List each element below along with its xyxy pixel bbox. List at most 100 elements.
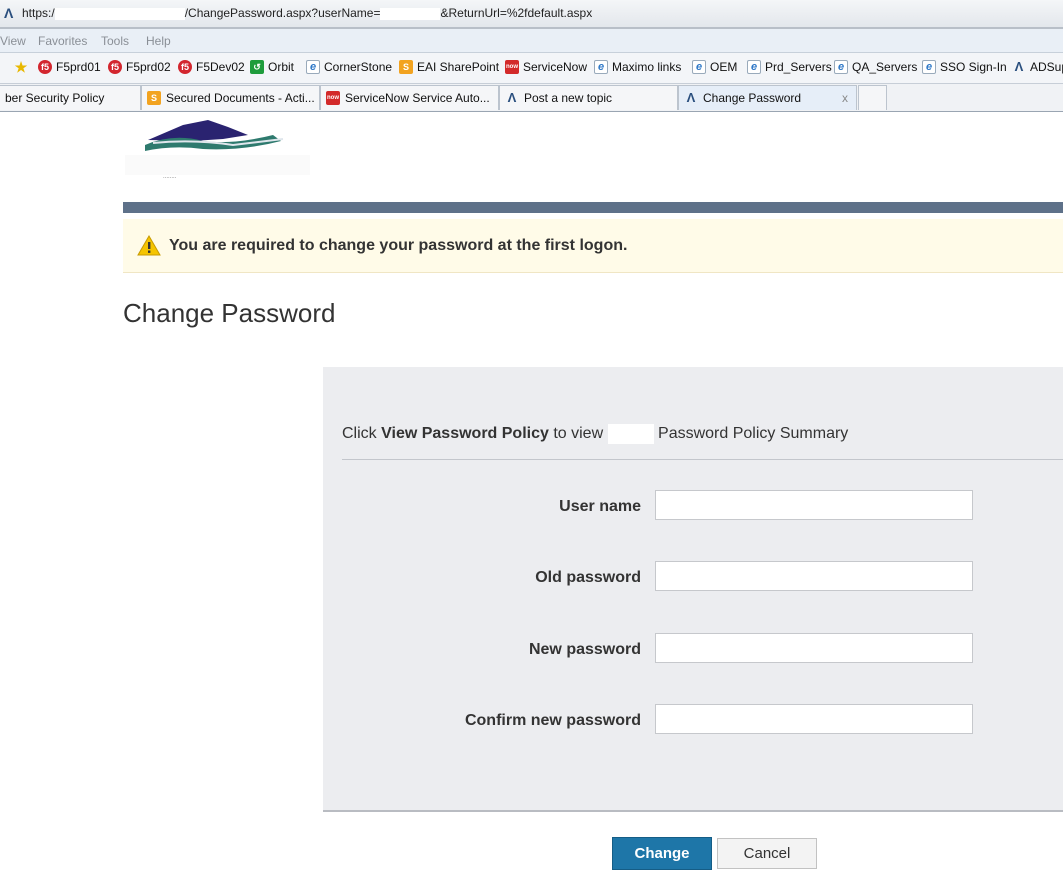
favorite-item[interactable]: S EAI SharePoint: [399, 60, 499, 74]
favorite-label: EAI SharePoint: [417, 60, 500, 74]
address-bar[interactable]: Λ https:/ /ChangePassword.aspx?userName= &…: [0, 0, 1063, 29]
old-password-row: Old password: [323, 561, 1063, 593]
menu-view[interactable]: View: [0, 34, 26, 48]
divider: [342, 459, 1063, 460]
page-title: Change Password: [123, 298, 336, 328]
cancel-button[interactable]: Cancel: [717, 838, 817, 869]
policy-text: Password Policy Summary: [653, 425, 849, 443]
ie-page-icon: e: [747, 60, 761, 74]
favorite-label: ServiceNow: [523, 60, 588, 74]
tab-label: ServiceNow Service Auto...: [345, 91, 490, 105]
view-password-policy-link[interactable]: View Password Policy: [381, 425, 549, 442]
ie-page-icon: e: [594, 60, 608, 74]
tab-change-password[interactable]: Λ Change Password x: [678, 85, 857, 110]
new-tab-button[interactable]: [858, 85, 887, 110]
warning-message: You are required to change your password…: [123, 219, 1063, 273]
ie-page-icon: e: [306, 60, 320, 74]
site-icon: Λ: [686, 90, 696, 105]
confirm-password-row: Confirm new password: [323, 704, 1063, 736]
warning-icon: [137, 235, 161, 256]
servicenow-icon: now: [505, 60, 519, 74]
tab-label: ber Security Policy: [5, 91, 105, 105]
url-text[interactable]: https:/ /ChangePassword.aspx?userName= &Re…: [22, 6, 592, 20]
redacted-host: [54, 7, 185, 20]
f5-icon: f5: [38, 60, 52, 74]
username-row: User name: [323, 490, 1063, 522]
new-password-row: New password: [323, 633, 1063, 665]
favorite-item[interactable]: f5 F5prd02: [108, 60, 171, 74]
url-suffix: &ReturnUrl=%2fdefault.aspx: [440, 6, 593, 20]
redacted-company: [607, 424, 654, 444]
favorite-label: Orbit: [268, 60, 295, 74]
change-button[interactable]: Change: [612, 837, 712, 870]
username-label: User name: [559, 498, 641, 515]
favorite-label: ADSup: [1030, 60, 1063, 74]
url-prefix: https:/: [22, 6, 55, 20]
favorite-label: F5prd01: [56, 60, 101, 74]
ie-page-icon: e: [692, 60, 706, 74]
change-password-form: Click View Password Policy to view Passw…: [323, 367, 1063, 812]
close-tab-icon[interactable]: x: [842, 91, 848, 105]
favorite-label: Maximo links: [612, 60, 682, 74]
tab-bar: ber Security Policy S Secured Documents -…: [0, 84, 1063, 112]
policy-text: Click: [342, 425, 382, 443]
favorite-label: Prd_Servers: [765, 60, 832, 74]
warning-text: You are required to change your password…: [169, 237, 628, 254]
sharepoint-icon: S: [147, 91, 161, 105]
favorite-label: QA_Servers: [852, 60, 918, 74]
redacted-username: [380, 7, 441, 20]
favorite-item[interactable]: now ServiceNow: [505, 60, 587, 74]
favorite-item[interactable]: e CornerStone: [306, 60, 392, 74]
site-icon: Λ: [4, 5, 14, 21]
favorite-item[interactable]: e SSO Sign-In: [922, 60, 1007, 74]
url-path: /ChangePassword.aspx?userName=: [184, 6, 381, 20]
site-icon: Λ: [1014, 59, 1024, 74]
tab-label: Change Password: [703, 91, 802, 105]
confirm-password-field[interactable]: [655, 704, 973, 734]
policy-text: to view: [548, 425, 608, 443]
menu-favorites[interactable]: Favorites: [38, 34, 87, 48]
company-logo: ........: [123, 115, 323, 190]
orbit-icon: ↺: [250, 60, 264, 74]
favorite-item[interactable]: f5 F5Dev02: [178, 60, 245, 74]
tab-post-topic[interactable]: Λ Post a new topic: [499, 85, 678, 110]
f5-icon: f5: [108, 60, 122, 74]
new-password-label: New password: [528, 641, 641, 658]
tab-label: Post a new topic: [524, 91, 613, 105]
tab-label: Secured Documents - Acti...: [166, 91, 315, 105]
favorite-item[interactable]: Λ ADSup: [1012, 59, 1063, 75]
username-field[interactable]: [655, 490, 973, 520]
servicenow-icon: now: [326, 91, 340, 105]
favorite-label: OEM: [710, 60, 738, 74]
favorite-item[interactable]: e Prd_Servers: [747, 60, 832, 74]
old-password-field[interactable]: [655, 561, 973, 591]
site-icon: Λ: [507, 90, 517, 105]
favorites-bar: ★ f5 F5prd01 f5 F5prd02 f5 F5Dev02 ↺ Orbit e…: [0, 53, 1063, 84]
svg-text:........: ........: [163, 174, 177, 180]
star-icon: ★: [14, 59, 28, 75]
policy-hint: Click View Password Policy to view Passw…: [342, 424, 848, 444]
header-banner: [123, 202, 1063, 213]
menu-help[interactable]: Help: [146, 34, 171, 48]
old-password-label: Old password: [535, 569, 641, 586]
menu-tools[interactable]: Tools: [101, 34, 129, 48]
confirm-password-label: Confirm new password: [464, 712, 641, 729]
tab-security-policy[interactable]: ber Security Policy: [0, 85, 141, 110]
favorite-item[interactable]: ↺ Orbit: [250, 60, 294, 74]
menu-bar: View Favorites Tools Help: [0, 29, 1063, 53]
favorite-item[interactable]: e Maximo links: [594, 60, 681, 74]
tab-servicenow[interactable]: now ServiceNow Service Auto...: [320, 85, 499, 110]
favorite-item[interactable]: f5 F5prd01: [38, 60, 101, 74]
favorite-label: SSO Sign-In: [940, 60, 1007, 74]
add-favorite-button[interactable]: ★: [14, 60, 28, 74]
favorite-label: F5prd02: [126, 60, 171, 74]
favorite-item[interactable]: e QA_Servers: [834, 60, 917, 74]
favorite-item[interactable]: e OEM: [692, 60, 737, 74]
ie-page-icon: e: [834, 60, 848, 74]
favorite-label: F5Dev02: [196, 60, 245, 74]
favorite-label: CornerStone: [324, 60, 393, 74]
f5-icon: f5: [178, 60, 192, 74]
tab-secured-documents[interactable]: S Secured Documents - Acti...: [141, 85, 320, 110]
ie-page-icon: e: [922, 60, 936, 74]
new-password-field[interactable]: [655, 633, 973, 663]
